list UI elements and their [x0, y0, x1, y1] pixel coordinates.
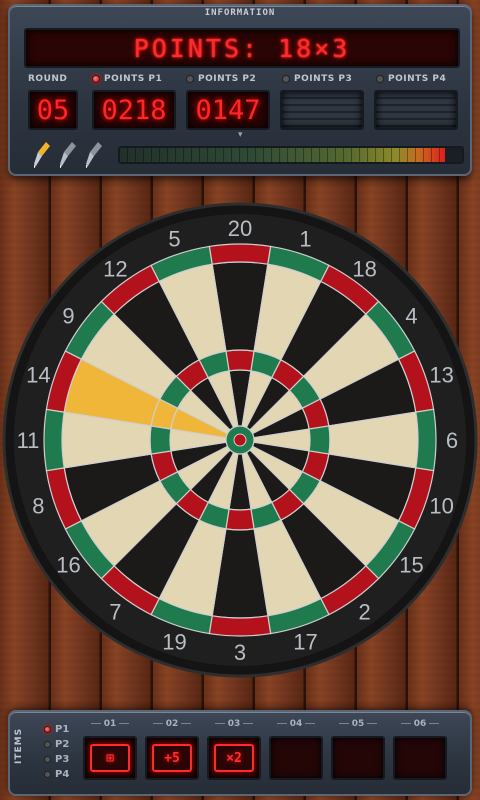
- slot-label-04: 04: [268, 719, 324, 729]
- item-slot-05[interactable]: [331, 736, 385, 780]
- p1-item-led: [44, 726, 51, 733]
- item-player-p1: P1: [44, 722, 69, 737]
- item-slot-03[interactable]: ×2: [207, 736, 261, 780]
- board-number-label: 8: [32, 494, 44, 519]
- segment-3-double: [208, 615, 272, 637]
- item-slot-02[interactable]: +5: [145, 736, 199, 780]
- power-meter-fill: [120, 148, 445, 162]
- board-number-label: 3: [234, 640, 246, 665]
- p2-label-wrap: POINTS P2: [186, 74, 256, 84]
- board-number-label: 6: [446, 428, 458, 453]
- chevron-down-icon[interactable]: ▾: [238, 130, 243, 140]
- items-caption: ITEMS: [14, 727, 24, 764]
- board-number-label: 13: [429, 362, 453, 387]
- board-number-label: 12: [103, 256, 127, 281]
- round-label: ROUND: [28, 74, 68, 84]
- board-number-label: 2: [358, 600, 370, 625]
- p1-label-wrap: POINTS P1: [92, 74, 162, 84]
- p3-led: [282, 74, 290, 83]
- p2-score-display: 0147: [186, 90, 270, 130]
- segment-6-double: [415, 408, 437, 472]
- board-number-label: 14: [26, 362, 50, 387]
- slot-label-01: 01: [82, 719, 138, 729]
- dartboard-svg[interactable]: 20 1 18 4 13 6 10 15 2 17 3 19 7 16 8 11 14 9 12 5: [0, 200, 480, 680]
- p1-score-display: 0218: [92, 90, 176, 130]
- p2-led: [186, 74, 194, 83]
- board-number-label: 15: [399, 553, 423, 578]
- information-panel: INFORMATION POINTS: 18×3 ROUND POINTS P1…: [8, 4, 472, 176]
- item-player-p2: P2: [44, 737, 69, 752]
- p4-item-led: [44, 771, 51, 778]
- dart-remaining-icon: [60, 142, 76, 168]
- board-number-label: 1: [299, 226, 311, 251]
- segment-20-triple: [225, 349, 255, 372]
- slot-label-06: 06: [392, 719, 448, 729]
- item-player-p4: P4: [44, 767, 69, 782]
- board-number-label: 11: [17, 428, 40, 453]
- segment-3-triple: [225, 508, 255, 531]
- p4-label-wrap: POINTS P4: [376, 74, 446, 84]
- board-number-label: 5: [168, 226, 180, 251]
- slot-label-05: 05: [330, 719, 386, 729]
- board-number-label: 18: [352, 256, 376, 281]
- p3-item-led: [44, 756, 51, 763]
- item-slot-04[interactable]: [269, 736, 323, 780]
- p1-label: POINTS P1: [104, 74, 163, 84]
- item-player-list: P1 P2 P3 P4: [44, 722, 69, 782]
- p3-label: POINTS P3: [294, 74, 353, 84]
- items-panel: ITEMS P1 P2 P3 P4 01 02 03 04 05 06 ⊞ +5…: [8, 710, 472, 796]
- board-number-label: 16: [56, 553, 80, 578]
- item-slot-06[interactable]: [393, 736, 447, 780]
- p1-active-led: [92, 74, 100, 83]
- slot-label-03: 03: [206, 719, 262, 729]
- segment-11-triple: [149, 425, 172, 455]
- p3-score-display: [280, 90, 364, 130]
- segment-20-double: [208, 243, 272, 265]
- target-grid-icon: ⊞: [90, 744, 130, 772]
- p3-label-wrap: POINTS P3: [282, 74, 352, 84]
- p4-led: [376, 74, 384, 83]
- board-number-label: 4: [405, 303, 417, 328]
- dart-thrown-icon: [34, 142, 50, 168]
- plus-five-icon: +5: [152, 744, 192, 772]
- player-label: P3: [55, 754, 70, 765]
- segment-6-triple: [308, 425, 331, 455]
- dartboard[interactable]: 20 1 18 4 13 6 10 15 2 17 3 19 7 16 8 11 14 9 12 5: [0, 200, 480, 680]
- bullseye: [233, 433, 247, 447]
- power-meter: [118, 146, 464, 164]
- points-text: POINTS: 18×3: [133, 33, 351, 63]
- points-display: POINTS: 18×3: [24, 28, 460, 68]
- board-number-label: 7: [109, 600, 121, 625]
- board-number-label: 10: [429, 494, 453, 519]
- p4-score-display: [374, 90, 458, 130]
- player-label: P2: [55, 739, 70, 750]
- player-label: P4: [55, 769, 70, 780]
- round-display: 05: [28, 90, 78, 130]
- slot-label-02: 02: [144, 719, 200, 729]
- segment-11-double: [43, 408, 65, 472]
- board-number-label: 9: [62, 303, 74, 328]
- item-slot-01[interactable]: ⊞: [83, 736, 137, 780]
- p4-label: POINTS P4: [388, 74, 447, 84]
- throw-status: [24, 140, 464, 170]
- panel-caption: INFORMATION: [204, 8, 276, 18]
- dart-remaining-icon: [86, 142, 102, 168]
- board-number-label: 19: [162, 630, 186, 655]
- player-label: P1: [55, 724, 70, 735]
- times-two-icon: ×2: [214, 744, 254, 772]
- p2-label: POINTS P2: [198, 74, 257, 84]
- p2-item-led: [44, 741, 51, 748]
- board-number-label: 17: [293, 630, 317, 655]
- item-player-p3: P3: [44, 752, 69, 767]
- board-number-label: 20: [228, 216, 252, 241]
